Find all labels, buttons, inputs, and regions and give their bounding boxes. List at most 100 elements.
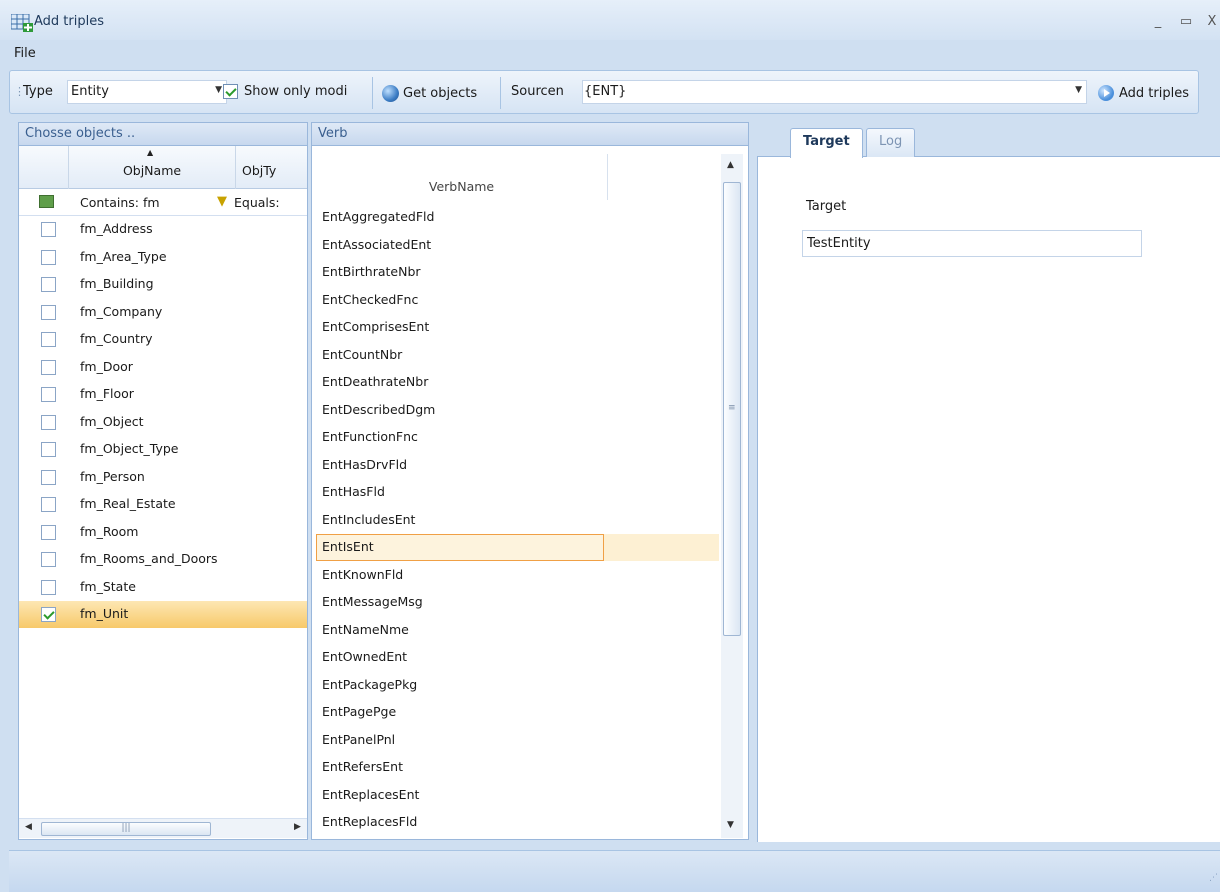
table-row[interactable]: fm_Floor xyxy=(19,381,307,408)
table-row[interactable]: fm_Unit xyxy=(19,601,307,628)
object-name: fm_Door xyxy=(80,358,133,374)
list-item[interactable]: EntDescribedDgm xyxy=(316,397,719,424)
list-item[interactable]: EntIncludesEnt xyxy=(316,507,719,534)
row-checkbox[interactable] xyxy=(41,222,56,237)
add-triples-button[interactable]: Add triples xyxy=(1094,79,1193,107)
list-item[interactable]: EntCheckedFnc xyxy=(316,287,719,314)
filter-editor-icon[interactable] xyxy=(39,195,54,208)
type-label: Type xyxy=(23,84,53,99)
resize-grip-icon[interactable]: ⋰ xyxy=(1209,873,1218,883)
filter-contains[interactable]: Contains: fm xyxy=(80,195,160,210)
verb-name: EntRefersEnt xyxy=(322,759,403,774)
scroll-left-icon[interactable]: ◀ xyxy=(25,822,32,832)
list-item[interactable]: EntMessageMsg xyxy=(316,589,719,616)
list-item[interactable]: EntAssociatedEnt xyxy=(316,232,719,259)
table-row[interactable]: fm_Country xyxy=(19,326,307,353)
menu-file[interactable]: File xyxy=(14,46,36,61)
table-row[interactable]: fm_Rooms_and_Doors xyxy=(19,546,307,573)
list-item[interactable]: EntNameNme xyxy=(316,617,719,644)
tab-log[interactable]: Log xyxy=(866,128,916,157)
row-checkbox[interactable] xyxy=(41,304,56,320)
row-checkbox[interactable] xyxy=(41,469,56,485)
table-row[interactable]: fm_Company xyxy=(19,299,307,326)
scroll-thumb[interactable]: ||| xyxy=(41,822,211,836)
toolbar-separator xyxy=(500,77,501,109)
show-only-checkbox[interactable] xyxy=(223,84,238,99)
list-item[interactable]: EntCountNbr xyxy=(316,342,719,369)
list-item[interactable]: EntPagePge xyxy=(316,699,719,726)
play-icon xyxy=(1098,85,1114,101)
tab-target[interactable]: Target xyxy=(790,128,863,158)
list-item[interactable]: EntHasFld xyxy=(316,479,719,506)
close-button[interactable]: X xyxy=(1204,14,1220,29)
chevron-down-icon[interactable]: ▼ xyxy=(1075,85,1082,95)
row-checkbox[interactable] xyxy=(41,524,56,540)
list-item[interactable]: EntReplacesEnt xyxy=(316,782,719,809)
list-item[interactable]: EntPanelPnl xyxy=(316,727,719,754)
object-name: fm_Address xyxy=(80,221,153,236)
table-row[interactable]: fm_Door xyxy=(19,354,307,381)
list-item[interactable]: EntReplacesFld xyxy=(316,809,719,836)
row-checkbox[interactable] xyxy=(41,579,56,595)
select-column-header[interactable] xyxy=(19,146,69,189)
list-item[interactable]: EntFunctionFnc xyxy=(316,424,719,451)
row-checkbox[interactable] xyxy=(41,442,56,457)
table-row[interactable]: fm_Room xyxy=(19,519,307,546)
list-item[interactable]: EntKnownFld xyxy=(316,562,719,589)
column-header-objname[interactable]: ▲ ObjName xyxy=(69,146,236,189)
column-header-verbname[interactable]: VerbName xyxy=(316,154,608,200)
row-checkbox[interactable] xyxy=(41,332,56,347)
row-checkbox[interactable] xyxy=(41,277,56,292)
scroll-up-icon[interactable]: ▲ xyxy=(727,160,734,170)
sort-ascending-icon: ▲ xyxy=(147,148,154,157)
object-name: fm_Rooms_and_Doors xyxy=(80,551,218,566)
list-item[interactable]: EntAggregatedFld xyxy=(316,204,719,231)
table-row[interactable]: fm_Real_Estate xyxy=(19,491,307,518)
table-row[interactable]: fm_Building xyxy=(19,271,307,298)
row-checkbox[interactable] xyxy=(41,249,56,265)
source-select[interactable]: {ENT} ▼ xyxy=(582,80,1087,104)
table-row[interactable]: fm_State xyxy=(19,574,307,601)
target-label: Target xyxy=(806,199,847,214)
verb-name: EntReplacesEnt xyxy=(322,786,420,802)
horizontal-scrollbar[interactable]: ◀ ||| ▶ xyxy=(19,818,307,838)
list-item[interactable]: EntOwnedEnt xyxy=(316,644,719,671)
table-row[interactable]: fm_Area_Type xyxy=(19,244,307,271)
row-checkbox[interactable] xyxy=(41,387,56,402)
table-row[interactable]: fm_Address xyxy=(19,216,307,243)
type-select[interactable]: Entity ▼ xyxy=(67,80,227,104)
list-item[interactable]: EntRefersEnt xyxy=(316,754,719,781)
target-input[interactable] xyxy=(802,230,1142,257)
verb-name: EntHasDrvFld xyxy=(322,456,408,472)
funnel-icon[interactable]: ▼ xyxy=(217,194,227,209)
table-row[interactable]: fm_Object_Type xyxy=(19,436,307,463)
verb-panel-header: Verb xyxy=(311,122,749,146)
globe-icon xyxy=(382,84,399,102)
list-item[interactable]: EntHasDrvFld xyxy=(316,452,719,479)
scroll-down-icon[interactable]: ▼ xyxy=(727,820,734,830)
list-item[interactable]: EntComprisesEnt xyxy=(316,314,719,341)
row-checkbox[interactable] xyxy=(41,497,56,512)
column-header-objtype[interactable]: ObjTy xyxy=(242,163,276,178)
verb-name: EntKnownFld xyxy=(322,566,404,582)
verb-name: EntCountNbr xyxy=(322,346,403,362)
verb-name: EntOwnedEnt xyxy=(322,649,408,664)
table-row[interactable]: fm_Person xyxy=(19,464,307,491)
row-checkbox[interactable] xyxy=(41,552,56,567)
get-objects-button[interactable]: Get objects xyxy=(378,79,481,107)
filter-equals[interactable]: Equals: xyxy=(234,195,280,210)
list-item[interactable]: EntPackagePkg xyxy=(316,672,719,699)
maximize-button[interactable]: ▭ xyxy=(1178,14,1194,29)
minimize-button[interactable]: _ xyxy=(1150,14,1166,29)
scroll-right-icon[interactable]: ▶ xyxy=(294,822,301,832)
table-row[interactable]: fm_Object xyxy=(19,409,307,436)
list-item[interactable]: EntDeathrateNbr xyxy=(316,369,719,396)
list-item[interactable]: EntIsEnt xyxy=(316,534,719,561)
row-checkbox[interactable] xyxy=(41,607,56,622)
row-checkbox[interactable] xyxy=(41,414,56,430)
row-checkbox[interactable] xyxy=(41,359,56,375)
scroll-thumb[interactable]: ≡ xyxy=(723,182,741,636)
chevron-down-icon[interactable]: ▼ xyxy=(215,85,222,95)
vertical-scrollbar[interactable]: ▲ ≡ ▼ xyxy=(721,154,743,838)
list-item[interactable]: EntBirthrateNbr xyxy=(316,259,719,286)
